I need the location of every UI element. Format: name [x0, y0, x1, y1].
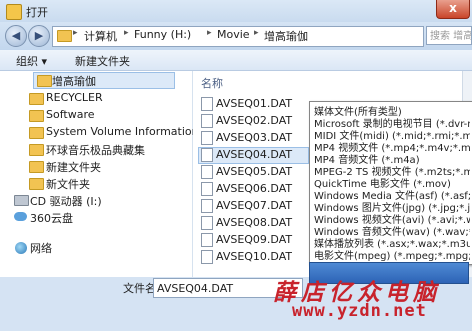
file-row[interactable]: AVSEQ04.DAT [216, 148, 292, 161]
sidebar-item-recycler[interactable]: RECYCLER [46, 91, 103, 104]
new-folder-button[interactable]: 新建文件夹 [75, 53, 130, 69]
breadcrumb-movie[interactable]: Movie [217, 28, 250, 41]
file-icon [201, 114, 213, 128]
file-icon [201, 216, 213, 230]
folder-icon [6, 4, 22, 20]
folder-icon [29, 178, 44, 190]
breadcrumb-separator: ▸ [207, 28, 212, 38]
file-icon [201, 233, 213, 247]
sidebar-item-360-cloud[interactable]: 360云盘 [30, 210, 73, 226]
folder-icon [37, 75, 52, 87]
folder-icon [29, 144, 44, 156]
file-icon [201, 165, 213, 179]
breadcrumb-drive[interactable]: Funny (H:) [134, 28, 191, 41]
watermark-url: www.yzdn.net [292, 301, 427, 321]
file-row[interactable]: AVSEQ07.DAT [216, 199, 292, 212]
folder-icon [29, 161, 44, 173]
column-name-label: 名称 [201, 77, 223, 90]
folder-icon [57, 30, 72, 42]
cd-drive-icon [14, 195, 29, 206]
close-button[interactable]: x [436, 0, 470, 19]
sidebar-item-new-folder[interactable]: 新建文件夹 [46, 159, 101, 175]
forward-button[interactable]: ▶ [28, 25, 50, 47]
folder-icon [29, 93, 44, 105]
folder-icon [29, 127, 44, 139]
breadcrumb-computer[interactable]: 计算机 [84, 28, 117, 44]
file-icon [201, 250, 213, 264]
file-row[interactable]: AVSEQ08.DAT [216, 216, 292, 229]
file-icon [201, 148, 213, 162]
breadcrumb-separator: ▸ [254, 28, 259, 38]
sidebar-item-network[interactable]: 网络 [30, 240, 52, 256]
command-toolbar [0, 50, 472, 71]
sidebar-item-software[interactable]: Software [46, 108, 95, 121]
breadcrumb-current[interactable]: 增高瑜伽 [264, 28, 308, 44]
network-icon [15, 242, 27, 254]
sidebar-item-system-volume[interactable]: System Volume Information [46, 125, 199, 138]
dropdown-option[interactable]: 电影文件(mpeg) (*.mpeg;*.mpg;*.m [314, 247, 470, 262]
file-icon [201, 131, 213, 145]
file-row[interactable]: AVSEQ06.DAT [216, 182, 292, 195]
sidebar-item-music[interactable]: 环球音乐极品典藏集 [46, 142, 145, 158]
folder-icon [29, 110, 44, 122]
back-button[interactable]: ◀ [5, 25, 27, 47]
sidebar-item-new-folder-2[interactable]: 新文件夹 [46, 176, 90, 192]
file-row[interactable]: AVSEQ02.DAT [216, 114, 292, 127]
file-icon [201, 182, 213, 196]
breadcrumb-separator: ▸ [73, 28, 78, 38]
title-bar [0, 0, 472, 22]
file-row[interactable]: AVSEQ01.DAT [216, 97, 292, 110]
organize-button[interactable]: 组织 ▾ [16, 53, 47, 69]
file-icon [201, 199, 213, 213]
file-row[interactable]: AVSEQ03.DAT [216, 131, 292, 144]
file-row[interactable]: AVSEQ09.DAT [216, 233, 292, 246]
file-row[interactable]: AVSEQ10.DAT [216, 250, 292, 262]
file-row[interactable]: AVSEQ05.DAT [216, 165, 292, 178]
sidebar-item-current[interactable]: 增高瑜伽 [52, 73, 96, 89]
file-icon [201, 97, 213, 111]
window-title: 打开 [26, 6, 48, 19]
cloud-icon [14, 212, 27, 221]
sidebar-item-cd-drive[interactable]: CD 驱动器 (I:) [30, 193, 102, 209]
search-input[interactable]: 搜索 增高瑜伽 [426, 26, 472, 45]
name-column-header[interactable]: 名称 [193, 71, 313, 91]
breadcrumb-separator: ▸ [124, 28, 129, 38]
